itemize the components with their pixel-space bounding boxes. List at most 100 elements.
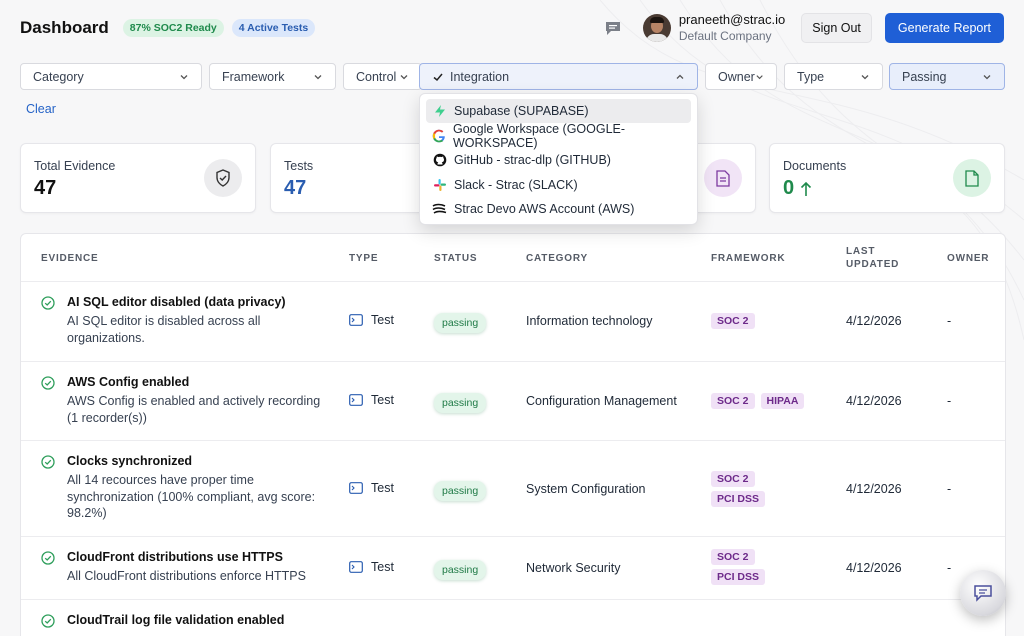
- column-header-last-updated-line2: UPDATED: [846, 259, 900, 270]
- dropdown-item-slack[interactable]: Slack - Strac (SLACK): [426, 173, 691, 197]
- status-badge: passing: [434, 393, 487, 413]
- framework-tag: PCI DSS: [711, 491, 766, 507]
- status-filter[interactable]: Passing: [889, 63, 1005, 90]
- evidence-title[interactable]: AWS Config enabled: [67, 375, 322, 389]
- column-header-evidence[interactable]: EVIDENCE: [41, 253, 99, 264]
- category-cell: System Configuration: [526, 482, 646, 496]
- dropdown-item-label: Slack - Strac (SLACK): [454, 177, 578, 192]
- clear-filters-link[interactable]: Clear: [26, 102, 56, 116]
- last-updated-cell: 4/12/2026: [846, 394, 902, 408]
- dropdown-item-github[interactable]: GitHub - strac-dlp (GITHUB): [426, 148, 691, 172]
- framework-tag: SOC 2: [711, 313, 755, 329]
- chevron-down-icon: [861, 74, 869, 79]
- card-label: Total Evidence: [34, 159, 116, 173]
- table-row[interactable]: AI SQL editor disabled (data privacy) AI…: [21, 281, 1005, 361]
- table-row[interactable]: CloudFront distributions use HTTPS All C…: [21, 536, 1005, 599]
- type-label: Test: [371, 481, 394, 495]
- category-filter[interactable]: Category: [20, 63, 202, 90]
- github-icon: [432, 153, 447, 168]
- arrow-up-icon: [801, 181, 812, 196]
- integration-dropdown-menu: Supabase (SUPABASE) Google Workspace (GO…: [419, 93, 698, 225]
- avatar[interactable]: [642, 14, 671, 42]
- terminal-icon: [349, 482, 363, 494]
- column-header-category[interactable]: CATEGORY: [526, 253, 588, 264]
- dropdown-item-aws[interactable]: Strac Devo AWS Account (AWS): [426, 197, 691, 221]
- owner-filter[interactable]: Owner: [705, 63, 777, 90]
- type-cell: Test: [349, 313, 394, 327]
- evidence-title[interactable]: CloudFront distributions use HTTPS: [67, 550, 322, 564]
- message-icon[interactable]: [601, 16, 625, 40]
- type-filter[interactable]: Type: [784, 63, 883, 90]
- owner-cell: -: [947, 482, 952, 496]
- terminal-icon: [349, 394, 363, 406]
- user-info: praneeth@strac.io Default Company: [679, 12, 785, 44]
- terminal-icon: [349, 561, 363, 573]
- control-filter-label: Control: [356, 69, 397, 84]
- integration-filter[interactable]: Integration: [419, 63, 698, 90]
- dropdown-item-label: Supabase (SUPABASE): [454, 104, 589, 118]
- dropdown-item-supabase[interactable]: Supabase (SUPABASE): [426, 99, 691, 123]
- last-updated-cell: 4/12/2026: [846, 482, 902, 496]
- framework-tag: HIPAA: [760, 393, 805, 409]
- category-cell: Configuration Management: [526, 394, 677, 408]
- card-value: 47: [34, 177, 57, 199]
- check-icon: [433, 73, 443, 81]
- column-header-last-updated[interactable]: LAST UPDATED: [846, 246, 899, 270]
- table-row[interactable]: CloudTrail log file validation enabled: [21, 599, 1005, 636]
- owner-cell: -: [947, 394, 952, 408]
- evidence-description: All 14 recources have proper time synchr…: [67, 473, 316, 520]
- card-value: 47: [284, 177, 307, 199]
- type-cell: Test: [349, 560, 394, 574]
- type-label: Test: [371, 393, 394, 407]
- check-circle-icon: [41, 614, 55, 628]
- sign-out-button[interactable]: Sign Out: [801, 13, 872, 43]
- last-updated-cell: 4/12/2026: [846, 561, 902, 575]
- table-row[interactable]: Clocks synchronized All 14 recources hav…: [21, 440, 1005, 536]
- category-cell: Information technology: [526, 314, 653, 328]
- owner-cell: -: [947, 314, 952, 328]
- page-title: Dashboard: [20, 18, 109, 37]
- column-header-framework[interactable]: FRAMEWORK: [711, 253, 785, 264]
- status-badge: passing: [434, 313, 487, 333]
- evidence-description: All CloudFront distributions enforce HTT…: [67, 569, 306, 583]
- dropdown-item-label: GitHub - strac-dlp (GITHUB): [454, 153, 611, 168]
- framework-cell: SOC 2 PCI DSS: [711, 549, 771, 589]
- documents-card[interactable]: Documents 0: [769, 143, 1005, 213]
- status-badge: passing: [434, 481, 487, 501]
- chevron-up-icon: [676, 74, 684, 79]
- category-cell: Network Security: [526, 561, 621, 575]
- evidence-description: AWS Config is enabled and actively recor…: [67, 394, 321, 425]
- total-evidence-card[interactable]: Total Evidence 47: [20, 143, 256, 213]
- table-row[interactable]: AWS Config enabled AWS Config is enabled…: [21, 361, 1005, 440]
- chevron-down-icon: [983, 74, 991, 79]
- control-filter[interactable]: Control: [343, 63, 422, 90]
- type-cell: Test: [349, 481, 394, 495]
- generate-report-button[interactable]: Generate Report: [884, 13, 1004, 43]
- dropdown-item-google-workspace[interactable]: Google Workspace (GOOGLE-WORKSPACE): [426, 122, 691, 150]
- card-label: Tests: [284, 159, 314, 173]
- framework-tag: SOC 2: [711, 393, 755, 409]
- framework-filter-label: Framework: [222, 69, 285, 84]
- framework-filter[interactable]: Framework: [209, 63, 336, 90]
- check-circle-icon: [41, 296, 55, 310]
- framework-tag: SOC 2: [711, 471, 755, 487]
- user-email: praneeth@strac.io: [678, 12, 786, 27]
- evidence-description: AI SQL editor is disabled across all org…: [67, 314, 261, 345]
- evidence-title[interactable]: CloudTrail log file validation enabled: [67, 613, 322, 627]
- column-header-type[interactable]: TYPE: [349, 253, 378, 264]
- column-header-status[interactable]: STATUS: [434, 253, 477, 264]
- aws-icon: [432, 202, 447, 217]
- evidence-title[interactable]: AI SQL editor disabled (data privacy): [67, 295, 322, 309]
- type-cell: Test: [349, 393, 394, 407]
- type-label: Test: [371, 560, 394, 574]
- terminal-icon: [349, 314, 363, 326]
- chat-support-button[interactable]: [960, 570, 1006, 616]
- evidence-title[interactable]: Clocks synchronized: [67, 454, 322, 468]
- check-circle-icon: [41, 376, 55, 390]
- chevron-down-icon: [756, 74, 763, 79]
- document-icon: [704, 159, 742, 197]
- card-label: Documents: [783, 159, 847, 173]
- column-header-owner[interactable]: OWNER: [947, 253, 989, 264]
- file-icon: [953, 159, 991, 197]
- chevron-down-icon: [314, 74, 322, 79]
